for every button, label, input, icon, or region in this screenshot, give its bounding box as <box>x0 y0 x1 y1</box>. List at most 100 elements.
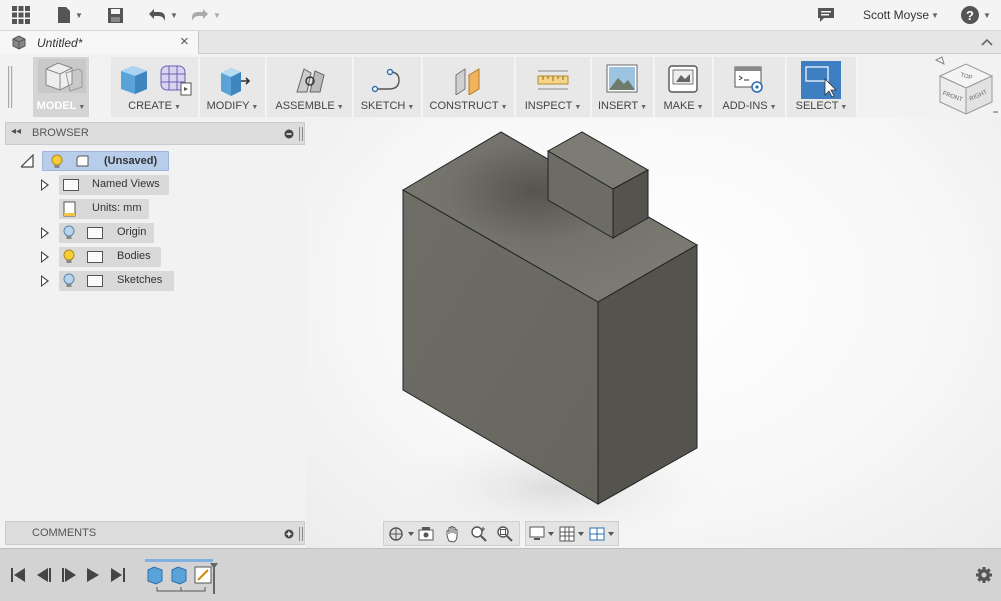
document-tab[interactable]: Untitled* × <box>0 31 199 54</box>
ribbon-group-add-ins[interactable]: ADD-INS ▼ <box>714 57 786 117</box>
tree-item-label: Units: mm <box>92 202 142 214</box>
display-settings-icon[interactable] <box>529 526 557 542</box>
ribbon-group-construct[interactable]: CONSTRUCT ▼ <box>423 57 515 117</box>
lightbulb-off-icon[interactable] <box>63 225 75 240</box>
ribbon-label-select: SELECT <box>795 100 839 112</box>
workspace-switcher-model[interactable]: MODEL ▼ <box>33 57 90 117</box>
timeline-feature-extrude-2[interactable] <box>171 566 187 585</box>
go-to-end-icon[interactable] <box>111 568 125 582</box>
step-forward-icon[interactable] <box>62 568 76 582</box>
tree-root-unsaved[interactable]: (Unsaved) <box>42 151 169 171</box>
comments-panel-header[interactable]: COMMENTS <box>5 521 305 545</box>
app-grid-icon <box>12 6 30 24</box>
ribbon-group-make[interactable]: MAKE ▼ <box>655 57 713 117</box>
redo-icon <box>192 9 208 21</box>
user-account-menu[interactable]: Scott Moyse <box>863 8 929 22</box>
ribbon-label-construct: CONSTRUCT <box>429 100 499 112</box>
go-to-start-icon[interactable] <box>11 568 25 582</box>
expand-arrow-icon[interactable] <box>41 179 49 191</box>
chevron-down-icon: ▼ <box>75 10 83 20</box>
gear-icon[interactable] <box>975 566 993 584</box>
ribbon-group-create[interactable]: CREATE ▼ <box>111 57 199 117</box>
panel-grip-icon[interactable] <box>299 127 304 141</box>
joint-icon <box>296 68 325 93</box>
ribbon-group-assemble[interactable]: ASSEMBLE ▼ <box>267 57 353 117</box>
panel-grip-icon[interactable] <box>299 527 304 541</box>
help-button[interactable]: ? ▼ <box>960 4 991 26</box>
file-menu-button[interactable]: ▼ <box>56 4 83 26</box>
home-view-icon[interactable] <box>934 56 945 65</box>
tree-item-label: Origin <box>117 226 147 238</box>
grid-snaps-icon[interactable] <box>559 526 587 542</box>
close-icon[interactable]: × <box>180 33 189 50</box>
press-pull-icon <box>221 68 251 96</box>
orbit-icon[interactable] <box>387 525 415 543</box>
viewports-icon[interactable] <box>589 526 617 542</box>
ribbon-group-sketch[interactable]: SKETCH ▼ <box>354 57 422 117</box>
pan-hand-icon[interactable] <box>444 525 462 543</box>
collapse-ribbon-icon[interactable] <box>980 37 994 47</box>
lightbulb-on-icon[interactable] <box>63 249 75 264</box>
ribbon-group-select[interactable]: SELECT ▼ <box>787 57 857 117</box>
minimize-icon[interactable] <box>284 129 294 139</box>
folder-icon <box>87 251 103 263</box>
ribbon-label-create: CREATE <box>128 100 172 112</box>
comments-toggle-button[interactable] <box>817 4 835 26</box>
help-icon: ? <box>961 6 979 24</box>
top-toolbar: ▼ ▼ ▼ Scott Moyse ▼ ? ▼ <box>0 0 1001 31</box>
comment-icon <box>818 8 834 22</box>
tree-item-units[interactable]: Units: mm <box>59 199 149 219</box>
lightbulb-on-icon[interactable] <box>51 154 63 169</box>
tree-item-named-views[interactable]: Named Views <box>59 175 169 195</box>
save-button[interactable] <box>107 4 124 26</box>
scripts-icon <box>734 66 763 93</box>
collapse-panel-icon[interactable]: ◂◂ <box>11 126 21 137</box>
timeline-bar <box>0 548 1001 601</box>
timeline-features <box>145 559 218 594</box>
expand-arrow-icon[interactable] <box>41 275 49 287</box>
chevron-down-icon: ▼ <box>500 104 508 111</box>
3d-model[interactable] <box>306 118 1001 548</box>
browser-title: BROWSER <box>32 127 89 139</box>
fit-to-view-icon[interactable] <box>496 525 514 543</box>
tree-item-label: Sketches <box>117 274 163 286</box>
document-title: Untitled* <box>37 36 83 50</box>
save-icon <box>108 7 123 23</box>
undo-button[interactable]: ▼ <box>147 4 178 26</box>
chevron-down-icon: ▼ <box>931 11 939 20</box>
tree-item-origin[interactable]: Origin <box>59 223 154 243</box>
timeline-feature-extrude-1[interactable] <box>147 566 163 585</box>
ribbon-label-modify: MODIFY <box>206 100 250 112</box>
box-icon <box>121 66 147 94</box>
ribbon-group-inspect[interactable]: INSPECT ▼ <box>516 57 591 117</box>
tree-item-label: Bodies <box>117 250 151 262</box>
navigation-bar <box>383 521 619 546</box>
tree-item-sketches[interactable]: Sketches <box>59 271 174 291</box>
ribbon-group-insert[interactable]: INSERT ▼ <box>592 57 654 117</box>
ribbon-label-add-ins: ADD-INS <box>722 100 768 112</box>
ribbon-group-modify[interactable]: MODIFY ▼ <box>200 57 266 117</box>
look-at-icon[interactable] <box>417 526 435 542</box>
redo-button[interactable]: ▼ <box>190 4 221 26</box>
view-cube[interactable]: TOP FRONT RIGHT <box>930 56 1000 126</box>
tree-item-bodies[interactable]: Bodies <box>59 247 161 267</box>
folder-icon <box>87 227 103 239</box>
comments-title: COMMENTS <box>32 527 97 539</box>
zoom-icon[interactable] <box>470 525 488 543</box>
add-comment-icon[interactable] <box>284 529 294 539</box>
collapse-tree-icon[interactable] <box>21 154 35 168</box>
folder-icon <box>87 275 103 287</box>
ribbon-label-make: MAKE <box>663 100 695 112</box>
expand-arrow-icon[interactable] <box>41 227 49 239</box>
app-grid-button[interactable] <box>11 4 31 26</box>
step-back-icon[interactable] <box>37 568 51 582</box>
expand-arrow-icon[interactable] <box>41 251 49 263</box>
timeline-feature-sketch[interactable] <box>194 566 212 584</box>
printer-icon <box>668 65 698 93</box>
canvas-viewport[interactable]: TOP FRONT RIGHT <box>306 56 1001 548</box>
chevron-down-icon: ▼ <box>574 104 582 111</box>
play-icon[interactable] <box>87 568 99 582</box>
chevron-down-icon: ▼ <box>769 104 777 111</box>
lightbulb-off-icon[interactable] <box>63 273 75 288</box>
display-settings-group <box>525 521 619 546</box>
